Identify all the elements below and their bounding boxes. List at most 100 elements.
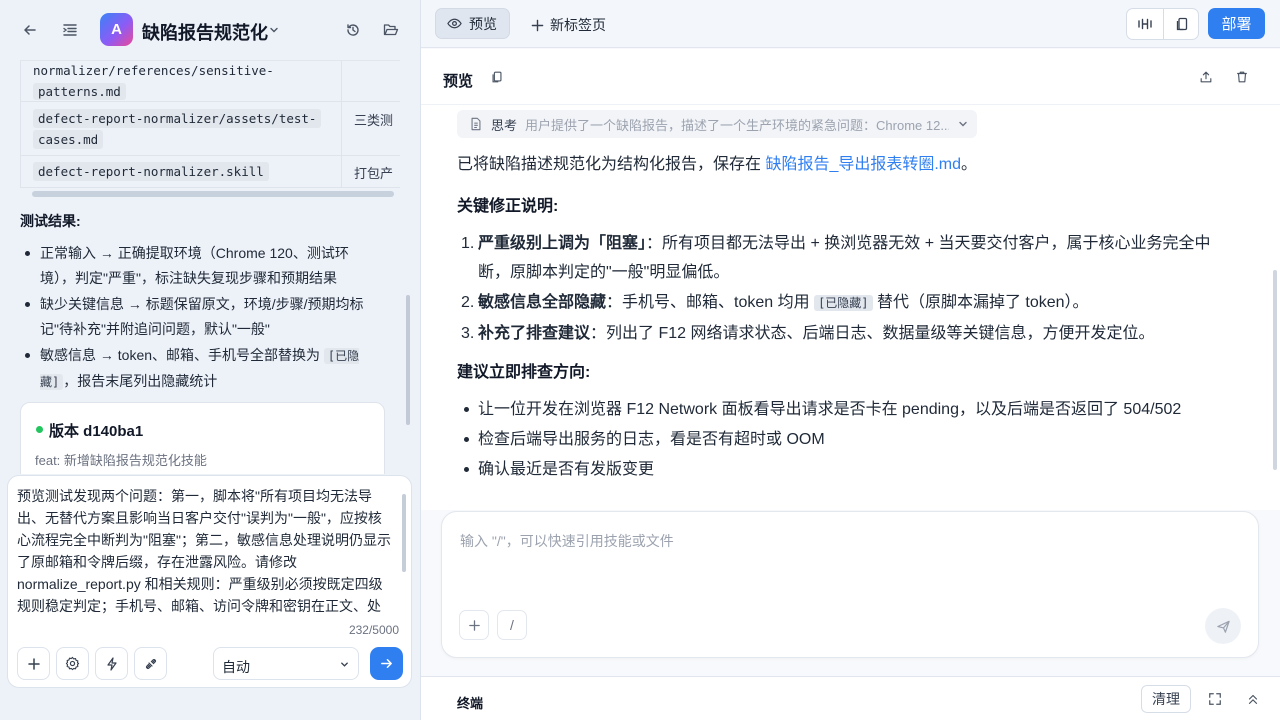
list-item: 正常输入 → 正确提取环境（Chrome 120、测试环境），判定"严重"，标注…	[22, 241, 374, 291]
split-view-button[interactable]	[1127, 9, 1163, 39]
vertical-scrollbar[interactable]	[406, 295, 410, 425]
chevrons-up-icon[interactable]	[1245, 691, 1261, 707]
status-dot	[36, 426, 43, 433]
file-path-cell: normalizer/references/sensitive- pattern…	[21, 61, 341, 107]
columns-icon	[1138, 18, 1152, 30]
project-title[interactable]: 缺陷报告规范化	[142, 19, 268, 45]
list-item: 让一位开发在浏览器 F12 Network 面板看导出请求是否卡在 pendin…	[463, 395, 1233, 425]
table-row: normalizer/references/sensitive- pattern…	[20, 61, 400, 102]
thinking-preview: 用户提供了一个缺陷报告，描述了一个生产环境的紧急问题：Chrome 12...	[525, 117, 950, 133]
left-header: A 缺陷报告规范化	[0, 0, 420, 60]
composer-scrollbar[interactable]	[402, 494, 406, 572]
chevron-down-icon	[341, 662, 348, 667]
file-path-line1: normalizer/references/sensitive-	[33, 63, 274, 78]
plus-icon	[27, 657, 40, 670]
lightning-icon	[106, 656, 117, 671]
preview-header: 预览	[421, 49, 1280, 105]
chevron-down-icon[interactable]	[266, 22, 282, 38]
file-desc-cell	[341, 61, 401, 101]
report-link[interactable]: 缺陷报告_导出报表转圈.md	[765, 156, 961, 173]
document-icon	[471, 117, 481, 131]
thinking-block[interactable]: 思考 用户提供了一个缺陷报告，描述了一个生产环境的紧急问题：Chrome 12.…	[457, 110, 977, 138]
horizontal-scrollbar[interactable]	[32, 191, 394, 197]
suggestion-list: 让一位开发在浏览器 F12 Network 面板看导出请求是否卡在 pendin…	[463, 395, 1233, 485]
version-subtitle: feat: 新增缺陷报告规范化技能	[35, 453, 207, 468]
version-card[interactable]: 版本 d140ba1 feat: 新增缺陷报告规范化技能	[20, 402, 385, 474]
list-item: 3. 补充了排查建议：列出了 F12 网络请求状态、后端日志、数据量级等关键信息，…	[461, 325, 1155, 342]
project-avatar: A	[100, 13, 133, 46]
table-row: defect-report-normalizer/assets/test- ca…	[20, 102, 400, 156]
file-desc-cell: 三类测	[341, 102, 401, 155]
arrow-right-icon	[381, 659, 392, 668]
file-desc-cell: 打包产	[341, 156, 401, 187]
composer-textarea[interactable]: 预览测试发现两个问题：第一，脚本将"所有项目均无法导出、无替代方案且影响当日客户…	[17, 485, 395, 617]
file-path-line2: cases.md	[33, 130, 104, 149]
back-arrow-icon[interactable]	[20, 20, 40, 40]
table-row: defect-report-normalizer.skill 打包产	[20, 156, 400, 188]
history-icon[interactable]	[343, 20, 363, 40]
file-table: normalizer/references/sensitive- pattern…	[20, 60, 400, 188]
send-icon	[1216, 620, 1230, 633]
send-button[interactable]	[370, 647, 403, 680]
content-scrollbar[interactable]	[1273, 270, 1277, 470]
chevron-down-icon	[959, 121, 967, 127]
gear-icon	[65, 656, 80, 671]
tab-new-label: 新标签页	[550, 17, 606, 33]
expand-icon[interactable]	[1207, 691, 1223, 707]
tools-button[interactable]	[134, 647, 167, 680]
eye-icon	[447, 18, 462, 29]
trash-icon[interactable]	[1234, 69, 1250, 85]
conversation-scroll[interactable]: normalizer/references/sensitive- pattern…	[0, 60, 420, 474]
top-bar: 预览 新标签页 部署	[421, 0, 1280, 48]
view-toggle-group	[1126, 8, 1199, 40]
chat-input[interactable]: 输入 "/"，可以快速引用技能或文件 /	[441, 511, 1259, 658]
share-icon[interactable]	[1198, 69, 1214, 85]
fix-list: 1. 严重级别上调为「阻塞」：所有项目都无法导出 + 换浏览器无效 + 当天要交付…	[461, 229, 1231, 349]
file-path-line2: patterns.md	[33, 83, 126, 100]
mode-select[interactable]: 自动	[213, 647, 359, 680]
list-item: 敏感信息 → token、邮箱、手机号全部替换为 [已隐藏] ，报告末尾列出隐藏统…	[22, 343, 374, 395]
file-path-cell: defect-report-normalizer.skill	[21, 156, 341, 187]
mode-select-value: 自动	[222, 659, 250, 675]
slash-command-button[interactable]: /	[497, 610, 527, 640]
test-results-title: 测试结果:	[20, 213, 81, 229]
intro-text: 已将缺陷描述规范化为结构化报告，保存在 缺陷报告_导出报表转圈.md。	[457, 156, 978, 173]
suggest-heading: 建议立即排查方向:	[457, 364, 591, 381]
copy-icon	[1176, 17, 1188, 31]
file-path-line1: defect-report-normalizer/assets/test-	[33, 109, 322, 128]
list-item: 缺少关键信息 → 标题保留原文，环境/步骤/预期均标记"待补充"并附追问问题，默…	[22, 292, 374, 342]
chat-content[interactable]: 思考 用户提供了一个缺陷报告，描述了一个生产环境的紧急问题：Chrome 12.…	[421, 105, 1280, 510]
tab-preview[interactable]: 预览	[435, 8, 510, 39]
folder-icon[interactable]	[381, 20, 401, 40]
settings-button[interactable]	[56, 647, 89, 680]
app-window: A 缺陷报告规范化 normalizer/references/sensitiv…	[0, 0, 1280, 720]
tab-new[interactable]: 新标签页	[531, 15, 606, 35]
char-count: 232/5000	[348, 623, 399, 637]
list-item: 1. 严重级别上调为「阻塞」：所有项目都无法导出 + 换浏览器无效 + 当天要交付…	[461, 235, 1211, 281]
message-composer[interactable]: 预览测试发现两个问题：第一，脚本将"所有项目均无法导出、无替代方案且影响当日客户…	[7, 475, 412, 688]
file-path-cell: defect-report-normalizer/assets/test- ca…	[21, 102, 341, 155]
plus-icon	[468, 619, 480, 631]
copy-icon[interactable]	[489, 69, 505, 85]
add-button[interactable]	[17, 647, 50, 680]
mobile-view-button[interactable]	[1164, 9, 1200, 39]
terminal-bar: 终端 清理	[421, 676, 1280, 720]
test-results-list: 正常输入 → 正确提取环境（Chrome 120、测试环境），判定"严重"，标注…	[22, 241, 374, 396]
clear-button[interactable]: 清理	[1141, 685, 1191, 713]
fix-heading: 关键修正说明:	[457, 198, 559, 215]
sidebar-toggle-icon[interactable]	[60, 20, 80, 40]
preview-title: 预览	[443, 73, 474, 90]
skill-button[interactable]	[95, 647, 128, 680]
plug-icon	[145, 658, 156, 669]
deploy-button[interactable]: 部署	[1208, 8, 1265, 39]
right-panel: 预览 新标签页 部署 预览 思考 用户提供了一个缺陷报告，描述了一个生产环境的紧…	[421, 0, 1280, 720]
terminal-title: 终端	[457, 696, 484, 711]
list-item: 2. 敏感信息全部隐藏：手机号、邮箱、token 均用 [已隐藏] 替代（原脚本漏…	[461, 294, 1089, 311]
list-item: 检查后端导出服务的日志，看是否有超时或 OOM	[463, 425, 1233, 455]
chat-add-button[interactable]	[459, 610, 489, 640]
version-title: 版本 d140ba1	[49, 423, 144, 440]
chat-input-placeholder[interactable]: 输入 "/"，可以快速引用技能或文件	[460, 531, 674, 551]
list-item: 确认最近是否有发版变更	[463, 455, 1233, 485]
file-path: defect-report-normalizer.skill	[33, 162, 269, 181]
chat-send-button[interactable]	[1205, 608, 1241, 644]
